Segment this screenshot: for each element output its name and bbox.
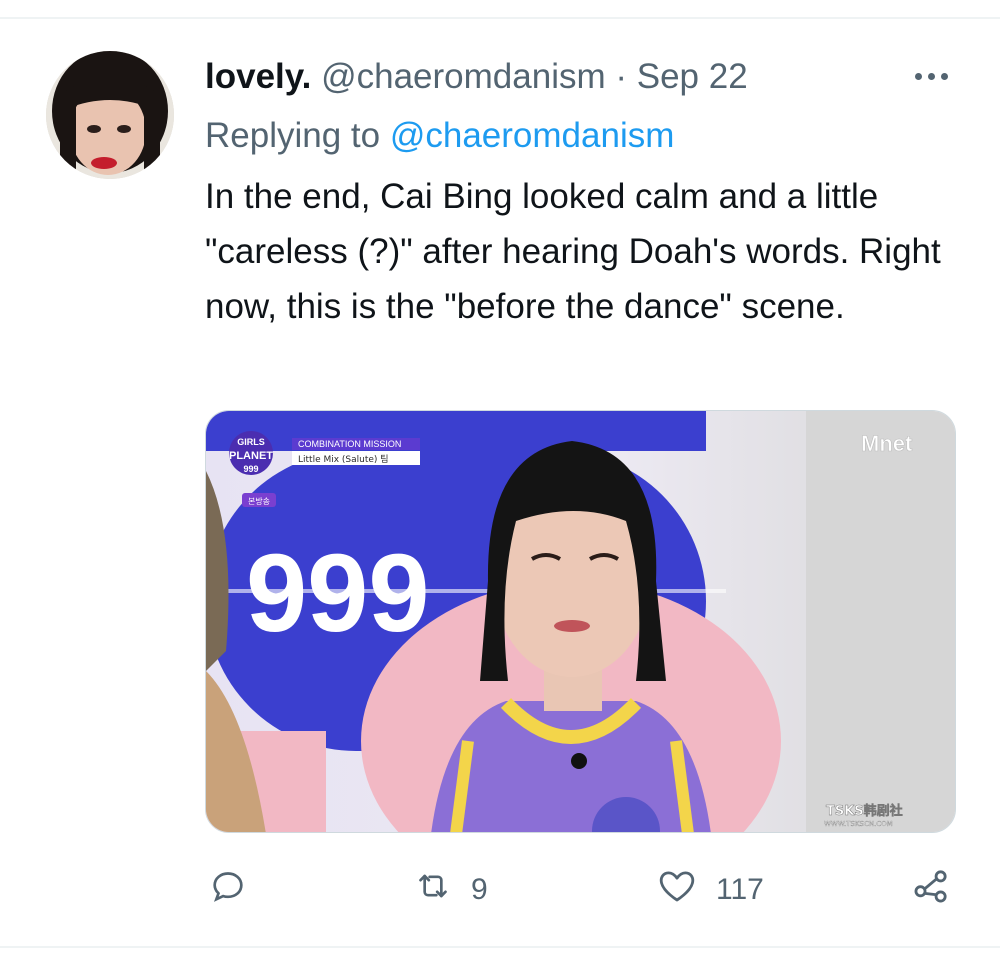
header-separator: · [615,57,628,96]
replying-to-line: Replying to @chaeromdanism [205,115,674,157]
tweet-header: lovely. @chaeromdanism · Sep 22 [205,56,748,98]
top-divider [0,17,1000,19]
retweet-button[interactable]: 9 [413,860,488,920]
retweet-count: 9 [471,873,488,906]
backdrop-text: 999 [246,532,430,655]
avatar[interactable] [46,51,174,179]
heart-icon [656,865,698,915]
share-icon [910,865,952,915]
watermark-line2: WWW.TSKSCN.COM [824,820,893,828]
channel-logo: Mnet [861,431,913,456]
tweet-text: In the end, Cai Bing looked calm and a l… [205,177,951,326]
bottom-divider [0,946,1000,948]
tweet-media-image[interactable]: 999 GIRLS PLANET 999 본방송 COMBINATION MIS… [205,410,956,833]
reply-bubble-icon [208,866,248,914]
like-button[interactable]: 117 [656,860,764,920]
tweet-actions-bar: 9 117 [0,860,1000,920]
retweet-icon [413,866,453,914]
like-count: 117 [716,873,764,906]
show-logo-line3: 999 [243,464,258,474]
replying-prefix: Replying to [205,116,381,155]
share-button[interactable] [910,860,952,920]
show-logo-line2: PLANET [229,450,273,462]
show-logo-line1: GIRLS [237,437,265,447]
broadcast-badge: 본방송 [248,496,270,506]
tweet-date[interactable]: Sep 22 [637,57,748,96]
watermark-line1: TSKS韩剧社 [826,803,903,819]
replying-handle-link[interactable]: @chaeromdanism [390,116,675,155]
author-name[interactable]: lovely. [205,57,311,96]
reply-button[interactable] [208,860,248,920]
more-options-button[interactable] [912,60,952,90]
mission-song: Little Mix (Salute) 팀 [298,453,389,465]
author-handle[interactable]: @chaeromdanism [321,57,606,96]
mission-title: COMBINATION MISSION [298,439,401,449]
